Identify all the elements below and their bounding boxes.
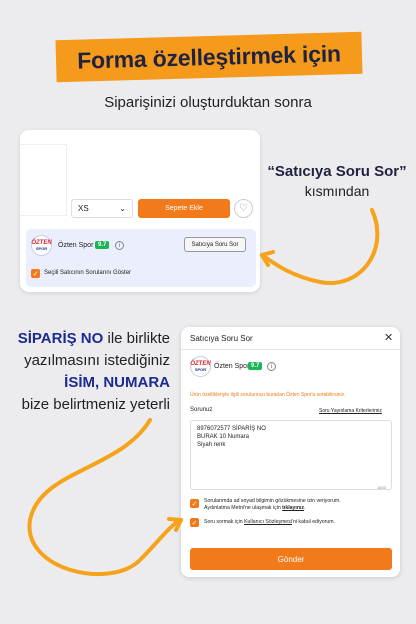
seller-score-badge: 9.7 xyxy=(95,241,110,249)
add-to-cart-button[interactable]: Sepete Ekle xyxy=(138,199,230,218)
seller-box: ÖZTEN SPOR Özten Spor 9.7 i Satıcıya Soru… xyxy=(26,229,256,287)
consent-name-visibility: Sorularımda ad soyad bilgimin gözükmesin… xyxy=(204,498,341,511)
left-text-line-1: SİPARİŞ NO ile birlikte xyxy=(17,330,170,347)
ask-seller-modal: Satıcıya Soru Sor ✕ ÖZTEN SPOR Özten Spor… xyxy=(181,327,400,577)
seller-name[interactable]: Özten Spor xyxy=(58,242,93,249)
left-text-line-2: yazılmasını istediğiniz xyxy=(24,352,170,369)
info-icon[interactable]: i xyxy=(267,362,276,371)
seller-score-badge: 9.7 xyxy=(248,362,263,370)
consent-user-agreement: Soru sormak için Kullanıcı Sözleşmesi'ni… xyxy=(204,519,336,525)
left-text-line-4: bize belirtmeniz yeterli xyxy=(21,396,170,413)
question-line: Siyah renk xyxy=(197,442,226,448)
info-icon[interactable]: i xyxy=(115,241,124,250)
ask-seller-button[interactable]: Satıcıya Soru Sor xyxy=(184,237,246,252)
question-label: Sorunuz xyxy=(190,407,213,413)
seller-logo: ÖZTEN SPOR xyxy=(31,235,52,256)
banner-title: Forma özelleştirmek için xyxy=(76,39,342,74)
send-button[interactable]: Gönder xyxy=(190,548,392,570)
subtitle: Siparişinizi oluşturduktan sonra xyxy=(104,94,312,111)
checkbox-check-icon[interactable]: ✓ xyxy=(190,518,199,527)
user-agreement-link[interactable]: Kullanıcı Sözleşmesi xyxy=(244,519,292,525)
info-text: Ürün özellikleriyle ilgili sorularınızı … xyxy=(190,392,346,398)
heart-icon[interactable]: ♡ xyxy=(234,199,253,218)
criteria-link[interactable]: Soru Yayınlama Kriterlerimiz xyxy=(319,408,382,414)
chevron-down-icon: ⌄ xyxy=(119,204,126,213)
checkbox-check-icon[interactable]: ✓ xyxy=(31,269,40,278)
size-select[interactable]: XS ⌄ xyxy=(71,199,133,218)
close-icon[interactable]: ✕ xyxy=(384,331,393,344)
title-banner: Forma özelleştirmek için xyxy=(55,31,363,83)
divider xyxy=(181,349,400,350)
question-textarea[interactable]: 8976072577 SİPARİŞ NO BURAK 10 Numara Si… xyxy=(190,420,392,490)
char-counter: 1603 xyxy=(377,485,386,490)
seller-logo: ÖZTEN SPOR xyxy=(190,356,211,377)
callout-title: “Satıcıya Soru Sor” xyxy=(267,163,407,180)
size-value: XS xyxy=(78,204,89,213)
callout-subtitle: kısmından xyxy=(304,183,370,199)
clarification-link[interactable]: tıklayınız xyxy=(282,505,304,511)
question-line: 8976072577 SİPARİŞ NO xyxy=(197,426,266,432)
product-card: XS ⌄ Sepete Ekle ♡ ÖZTEN SPOR Özten Spor … xyxy=(20,130,260,292)
question-line: BURAK 10 Numara xyxy=(197,434,250,440)
show-seller-questions-label: Seçili Satıcının Sorularını Göster xyxy=(44,270,132,276)
checkbox-check-icon[interactable]: ✓ xyxy=(190,499,199,508)
modal-title: Satıcıya Soru Sor xyxy=(190,334,253,343)
product-thumbnail xyxy=(20,144,67,216)
seller-name: Özten Spor xyxy=(214,363,250,370)
left-text-line-3: İSİM, NUMARA xyxy=(64,374,170,391)
